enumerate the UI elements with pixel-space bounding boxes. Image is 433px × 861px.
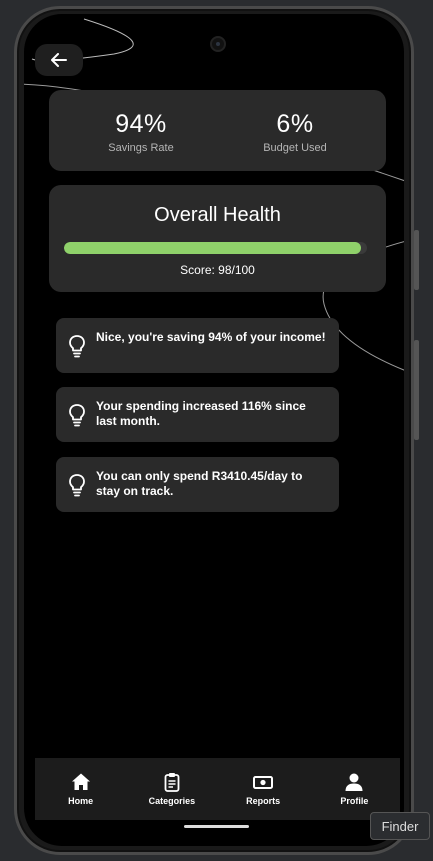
overall-health-card: Overall Health Score: 98/100: [49, 185, 386, 292]
budget-used-label: Budget Used: [263, 142, 327, 154]
lightbulb-icon: [69, 404, 85, 427]
arrow-left-icon: [51, 53, 67, 67]
tip-card: You can only spend R3410.45/day to stay …: [56, 457, 339, 512]
health-title: Overall Health: [154, 204, 281, 226]
person-icon: [345, 773, 363, 791]
tip-card: Nice, you're saving 94% of your income!: [56, 318, 339, 373]
finder-tooltip: Finder: [370, 812, 430, 840]
tip-text: Nice, you're saving 94% of your income!: [96, 330, 326, 344]
savings-rate-value: 94%: [115, 110, 167, 138]
tip-card: Your spending increased 116% since last …: [56, 387, 339, 442]
nav-label-home: Home: [68, 796, 94, 806]
back-button[interactable]: [35, 44, 83, 76]
nav-item-categories[interactable]: Categories: [126, 758, 217, 820]
health-score: Score: 98/100: [180, 263, 255, 277]
health-progress-bar: [64, 242, 367, 254]
nav-label-profile: Profile: [340, 796, 369, 806]
phone-side-button: [414, 340, 419, 440]
nav-item-profile[interactable]: Profile: [309, 758, 400, 820]
phone-screen: 94% Savings Rate 6% Budget Used Overall …: [24, 14, 404, 846]
front-camera: [210, 36, 226, 52]
home-indicator[interactable]: [184, 825, 249, 828]
lightbulb-icon: [69, 335, 85, 358]
phone-side-button: [414, 230, 419, 290]
lightbulb-icon: [69, 474, 85, 497]
home-icon: [71, 773, 90, 790]
savings-rate-label: Savings Rate: [108, 142, 174, 154]
nav-label-reports: Reports: [246, 796, 281, 806]
health-progress-fill: [64, 242, 361, 254]
savings-rate-stat: 94% Savings Rate: [57, 90, 225, 154]
nav-item-home[interactable]: Home: [35, 758, 126, 820]
budget-used-value: 6%: [276, 110, 314, 138]
stats-card: 94% Savings Rate 6% Budget Used: [49, 90, 386, 171]
desktop-background: 94% Savings Rate 6% Budget Used Overall …: [0, 0, 433, 861]
budget-used-stat: 6% Budget Used: [211, 90, 379, 154]
tip-text: You can only spend R3410.45/day to stay …: [96, 469, 303, 498]
tip-text: Your spending increased 116% since last …: [96, 399, 306, 428]
nav-item-reports[interactable]: Reports: [218, 758, 309, 820]
money-icon: [253, 776, 274, 789]
bottom-navigation: Home Categories Reports Profile: [35, 758, 400, 820]
clipboard-icon: [164, 773, 180, 792]
nav-label-categories: Categories: [148, 796, 196, 806]
